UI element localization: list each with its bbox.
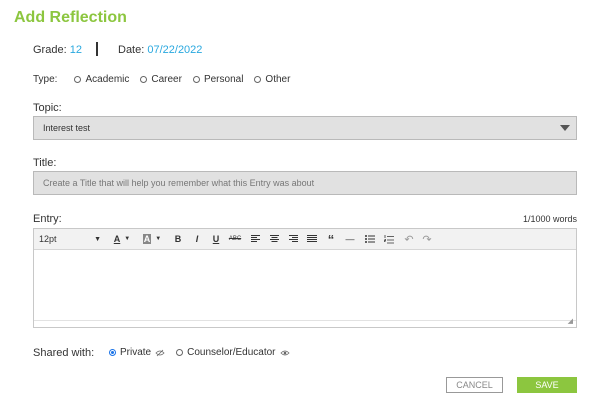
justify-icon xyxy=(307,235,317,242)
save-button[interactable]: SAVE xyxy=(517,377,577,393)
shared-option-label: Private xyxy=(120,347,152,358)
shared-label: Shared with: xyxy=(33,347,95,359)
radio-icon[interactable] xyxy=(254,76,262,83)
cancel-button[interactable]: CANCEL xyxy=(446,377,503,393)
eye-slash-icon xyxy=(155,349,165,356)
bullet-list-icon xyxy=(365,235,375,243)
underline-button[interactable]: U xyxy=(209,229,223,249)
word-count: 1/1000 words xyxy=(522,214,577,224)
type-option-academic[interactable]: Academic xyxy=(74,74,129,85)
topic-select[interactable]: Interest test xyxy=(33,116,577,140)
caret-down-icon[interactable] xyxy=(560,125,570,131)
type-option-other[interactable]: Other xyxy=(254,74,290,85)
radio-checked-icon[interactable] xyxy=(109,349,116,356)
entry-label: Entry: xyxy=(33,213,62,225)
editor-toolbar: 12pt ▼ A ▼ A ▼ B I U ABC “ — ↶ ↷ xyxy=(34,229,576,250)
type-option-label: Personal xyxy=(203,74,244,85)
resize-handle-icon[interactable]: ◢ xyxy=(568,317,573,325)
align-center-icon xyxy=(269,235,279,242)
grade-value: 12 xyxy=(69,44,82,56)
topic-value: Interest test xyxy=(43,123,91,133)
align-right-icon xyxy=(288,235,298,242)
radio-icon[interactable] xyxy=(192,76,200,83)
grade-info: Grade: 12 xyxy=(33,44,82,56)
type-label: Type: xyxy=(33,74,58,85)
date-value: 07/22/2022 xyxy=(147,44,203,56)
radio-icon[interactable] xyxy=(140,76,148,83)
entry-editor[interactable]: 12pt ▼ A ▼ A ▼ B I U ABC “ — ↶ ↷ ◢ xyxy=(33,228,577,328)
font-size-select[interactable]: 12pt ▼ xyxy=(39,229,103,249)
redo-button[interactable]: ↷ xyxy=(420,229,434,249)
blockquote-button[interactable]: “ xyxy=(324,229,338,249)
shared-option-counselor[interactable]: Counselor/Educator xyxy=(176,347,290,358)
caret-down-icon: ▼ xyxy=(124,236,131,242)
numbered-list-icon xyxy=(384,234,394,243)
strikethrough-button[interactable]: ABC xyxy=(227,229,243,249)
align-right-button[interactable] xyxy=(286,229,300,249)
entry-textarea[interactable] xyxy=(34,250,576,321)
caret-down-icon: ▼ xyxy=(155,236,162,242)
font-size-value: 12pt xyxy=(39,234,57,244)
justify-button[interactable] xyxy=(305,229,319,249)
radio-icon[interactable] xyxy=(74,76,82,83)
shared-selector: Private Counselor/Educator xyxy=(109,347,301,358)
type-option-label: Other xyxy=(265,74,291,85)
type-selector: Type: Academic Career Personal Other xyxy=(33,74,301,85)
type-option-label: Career xyxy=(151,74,182,85)
eye-icon xyxy=(279,350,290,355)
align-center-button[interactable] xyxy=(267,229,281,249)
align-left-button[interactable] xyxy=(248,229,262,249)
caret-down-icon: ▼ xyxy=(94,235,101,243)
type-option-career[interactable]: Career xyxy=(140,74,182,85)
shared-option-label: Counselor/Educator xyxy=(187,347,276,358)
bg-color-button[interactable]: A ▼ xyxy=(139,229,165,249)
bullet-list-button[interactable] xyxy=(363,229,377,249)
radio-icon[interactable] xyxy=(176,349,184,356)
horizontal-rule-button[interactable]: — xyxy=(343,229,357,249)
title-label: Title: xyxy=(33,157,57,169)
date-label: Date: xyxy=(118,44,145,56)
undo-button[interactable]: ↶ xyxy=(402,229,416,249)
bg-color-icon: A xyxy=(142,234,152,244)
text-color-icon: A xyxy=(113,234,121,244)
shared-option-private[interactable]: Private xyxy=(109,347,165,358)
grade-label: Grade: xyxy=(33,44,67,56)
bold-button[interactable]: B xyxy=(171,229,185,249)
numbered-list-button[interactable] xyxy=(382,229,396,249)
topic-label: Topic: xyxy=(33,102,62,114)
text-color-button[interactable]: A ▼ xyxy=(110,229,134,249)
date-info: Date: 07/22/2022 xyxy=(118,44,202,56)
align-left-icon xyxy=(250,235,260,242)
page-title: Add Reflection xyxy=(14,9,127,26)
title-placeholder: Create a Title that will help you rememb… xyxy=(43,178,315,188)
meta-divider xyxy=(96,42,98,56)
type-option-personal[interactable]: Personal xyxy=(192,74,244,85)
type-option-label: Academic xyxy=(85,74,130,85)
title-input[interactable]: Create a Title that will help you rememb… xyxy=(33,171,577,195)
italic-button[interactable]: I xyxy=(190,229,204,249)
